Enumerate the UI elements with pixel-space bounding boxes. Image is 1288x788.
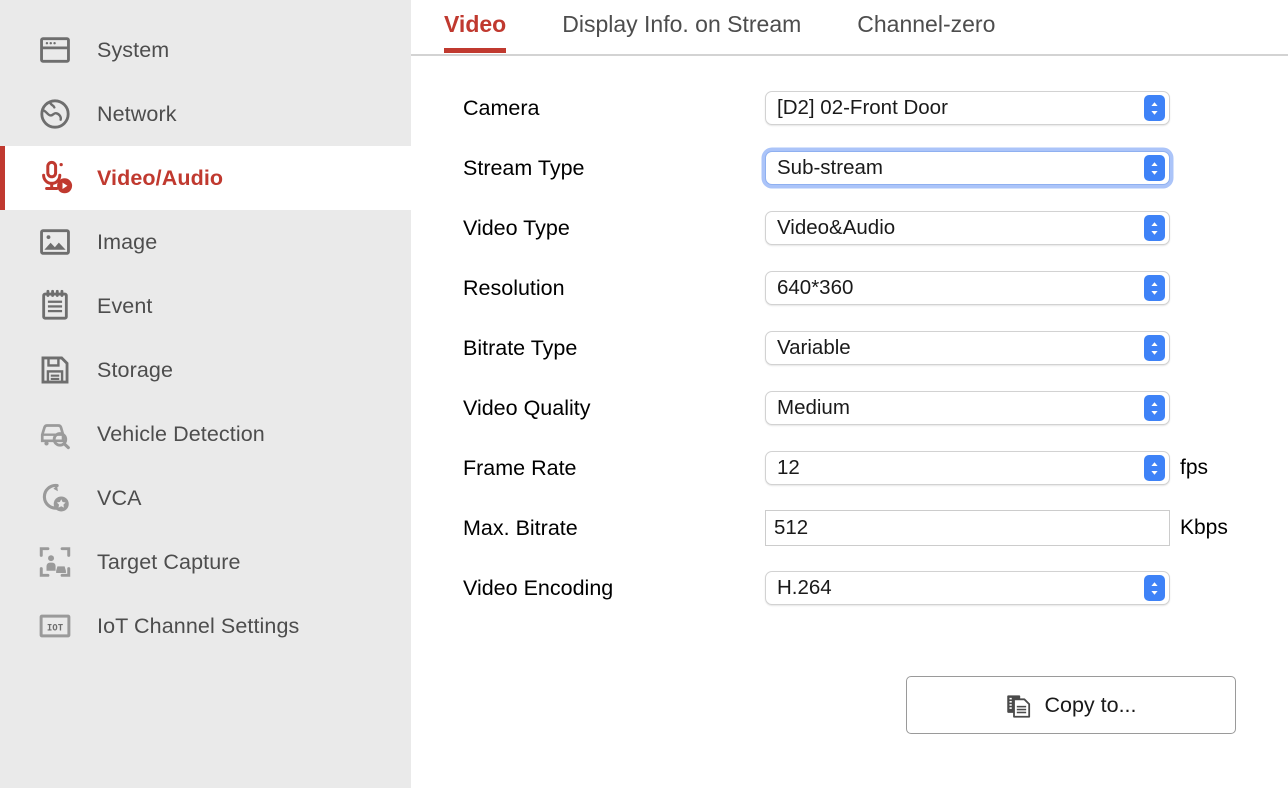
sidebar-item-label: Storage — [97, 358, 173, 383]
resolution-select[interactable]: 640*360 — [765, 271, 1170, 305]
field-label-bitrate-type: Bitrate Type — [463, 336, 765, 361]
sidebar-item-system[interactable]: System — [0, 18, 411, 82]
sidebar-item-iot-channel-settings[interactable]: IOT IoT Channel Settings — [0, 594, 411, 658]
video-encoding-select-value: H.264 — [777, 576, 832, 600]
max-bitrate-unit: Kbps — [1180, 516, 1228, 540]
field-label-video-encoding: Video Encoding — [463, 576, 765, 601]
vca-gear-icon — [35, 478, 75, 518]
field-label-video-quality: Video Quality — [463, 396, 765, 421]
video-type-select[interactable]: Video&Audio — [765, 211, 1170, 245]
frame-rate-select-value: 12 — [777, 456, 800, 480]
tab-bar: Video Display Info. on Stream Channel-ze… — [411, 0, 1288, 56]
max-bitrate-input[interactable] — [765, 510, 1170, 546]
tab-display-info-on-stream[interactable]: Display Info. on Stream — [562, 9, 801, 52]
svg-text:IOT: IOT — [47, 624, 64, 634]
field-label-frame-rate: Frame Rate — [463, 456, 765, 481]
window-icon — [35, 30, 75, 70]
microphone-video-icon — [35, 158, 75, 198]
target-capture-icon — [35, 542, 75, 582]
chevron-updown-icon[interactable] — [1144, 335, 1165, 361]
camera-select-value: [D2] 02-Front Door — [777, 96, 948, 120]
form-actions: Copy to... Save — [411, 676, 1288, 734]
chevron-updown-icon[interactable] — [1144, 95, 1165, 121]
copy-to-button-label: Copy to... — [1044, 693, 1136, 718]
sidebar-item-event[interactable]: Event — [0, 274, 411, 338]
tab-channel-zero[interactable]: Channel-zero — [857, 9, 995, 52]
chevron-updown-icon[interactable] — [1144, 275, 1165, 301]
sidebar-item-label: Image — [97, 230, 157, 255]
tab-label: Video — [444, 11, 506, 37]
field-label-stream-type: Stream Type — [463, 156, 765, 181]
sidebar-item-image[interactable]: Image — [0, 210, 411, 274]
form-row-bitrate-type: Bitrate Type Variable — [411, 318, 1288, 378]
stream-type-select-value: Sub-stream — [777, 156, 883, 180]
frame-rate-unit: fps — [1180, 456, 1208, 480]
form-row-stream-type: Stream Type Sub-stream — [411, 138, 1288, 198]
form-row-frame-rate: Frame Rate 12 fps — [411, 438, 1288, 498]
tab-video[interactable]: Video — [444, 9, 506, 52]
form-row-video-quality: Video Quality Medium — [411, 378, 1288, 438]
sidebar-item-vehicle-detection[interactable]: Vehicle Detection — [0, 402, 411, 466]
bitrate-type-select-value: Variable — [777, 336, 851, 360]
chevron-updown-icon[interactable] — [1144, 575, 1165, 601]
bitrate-type-select[interactable]: Variable — [765, 331, 1170, 365]
sidebar-item-label: Vehicle Detection — [97, 422, 265, 447]
video-audio-settings-page: System Network Video/Audio — [0, 0, 1288, 788]
video-quality-select-value: Medium — [777, 396, 850, 420]
form-row-video-encoding: Video Encoding H.264 — [411, 558, 1288, 618]
form-row-video-type: Video Type Video&Audio — [411, 198, 1288, 258]
resolution-select-value: 640*360 — [777, 276, 853, 300]
main-content: Video Display Info. on Stream Channel-ze… — [411, 0, 1288, 788]
sidebar-navigation: System Network Video/Audio — [0, 0, 411, 788]
video-encoding-select[interactable]: H.264 — [765, 571, 1170, 605]
field-label-camera: Camera — [463, 96, 765, 121]
sidebar-item-vca[interactable]: VCA — [0, 466, 411, 530]
iot-icon: IOT — [35, 606, 75, 646]
chevron-updown-icon[interactable] — [1144, 395, 1165, 421]
picture-icon — [35, 222, 75, 262]
sidebar-item-label: Event — [97, 294, 152, 319]
sidebar-item-label: Video/Audio — [97, 166, 223, 191]
car-search-icon — [35, 414, 75, 454]
video-type-select-value: Video&Audio — [777, 216, 895, 240]
copy-documents-icon — [1005, 692, 1032, 719]
sidebar-item-label: System — [97, 38, 169, 63]
chevron-updown-icon[interactable] — [1144, 215, 1165, 241]
sidebar-item-label: Target Capture — [97, 550, 241, 575]
tab-label: Channel-zero — [857, 11, 995, 37]
sidebar-item-label: IoT Channel Settings — [97, 614, 299, 639]
form-row-resolution: Resolution 640*360 — [411, 258, 1288, 318]
notepad-icon — [35, 286, 75, 326]
sidebar-item-label: VCA — [97, 486, 142, 511]
copy-to-button[interactable]: Copy to... — [906, 676, 1236, 734]
form-row-max-bitrate: Max. Bitrate Kbps — [411, 498, 1288, 558]
field-label-video-type: Video Type — [463, 216, 765, 241]
camera-select[interactable]: [D2] 02-Front Door — [765, 91, 1170, 125]
sidebar-item-video-audio[interactable]: Video/Audio — [0, 146, 411, 210]
form-row-camera: Camera [D2] 02-Front Door — [411, 78, 1288, 138]
field-label-max-bitrate: Max. Bitrate — [463, 516, 765, 541]
tab-label: Display Info. on Stream — [562, 11, 801, 37]
sidebar-item-storage[interactable]: Storage — [0, 338, 411, 402]
sidebar-item-network[interactable]: Network — [0, 82, 411, 146]
globe-icon — [35, 94, 75, 134]
video-quality-select[interactable]: Medium — [765, 391, 1170, 425]
stream-type-select[interactable]: Sub-stream — [765, 151, 1170, 185]
chevron-updown-icon[interactable] — [1144, 455, 1165, 481]
chevron-updown-icon[interactable] — [1144, 155, 1165, 181]
sidebar-item-label: Network — [97, 102, 177, 127]
floppy-disk-icon — [35, 350, 75, 390]
video-settings-form: Camera [D2] 02-Front Door Stream Type Su… — [411, 56, 1288, 734]
field-label-resolution: Resolution — [463, 276, 765, 301]
sidebar-item-target-capture[interactable]: Target Capture — [0, 530, 411, 594]
frame-rate-select[interactable]: 12 — [765, 451, 1170, 485]
